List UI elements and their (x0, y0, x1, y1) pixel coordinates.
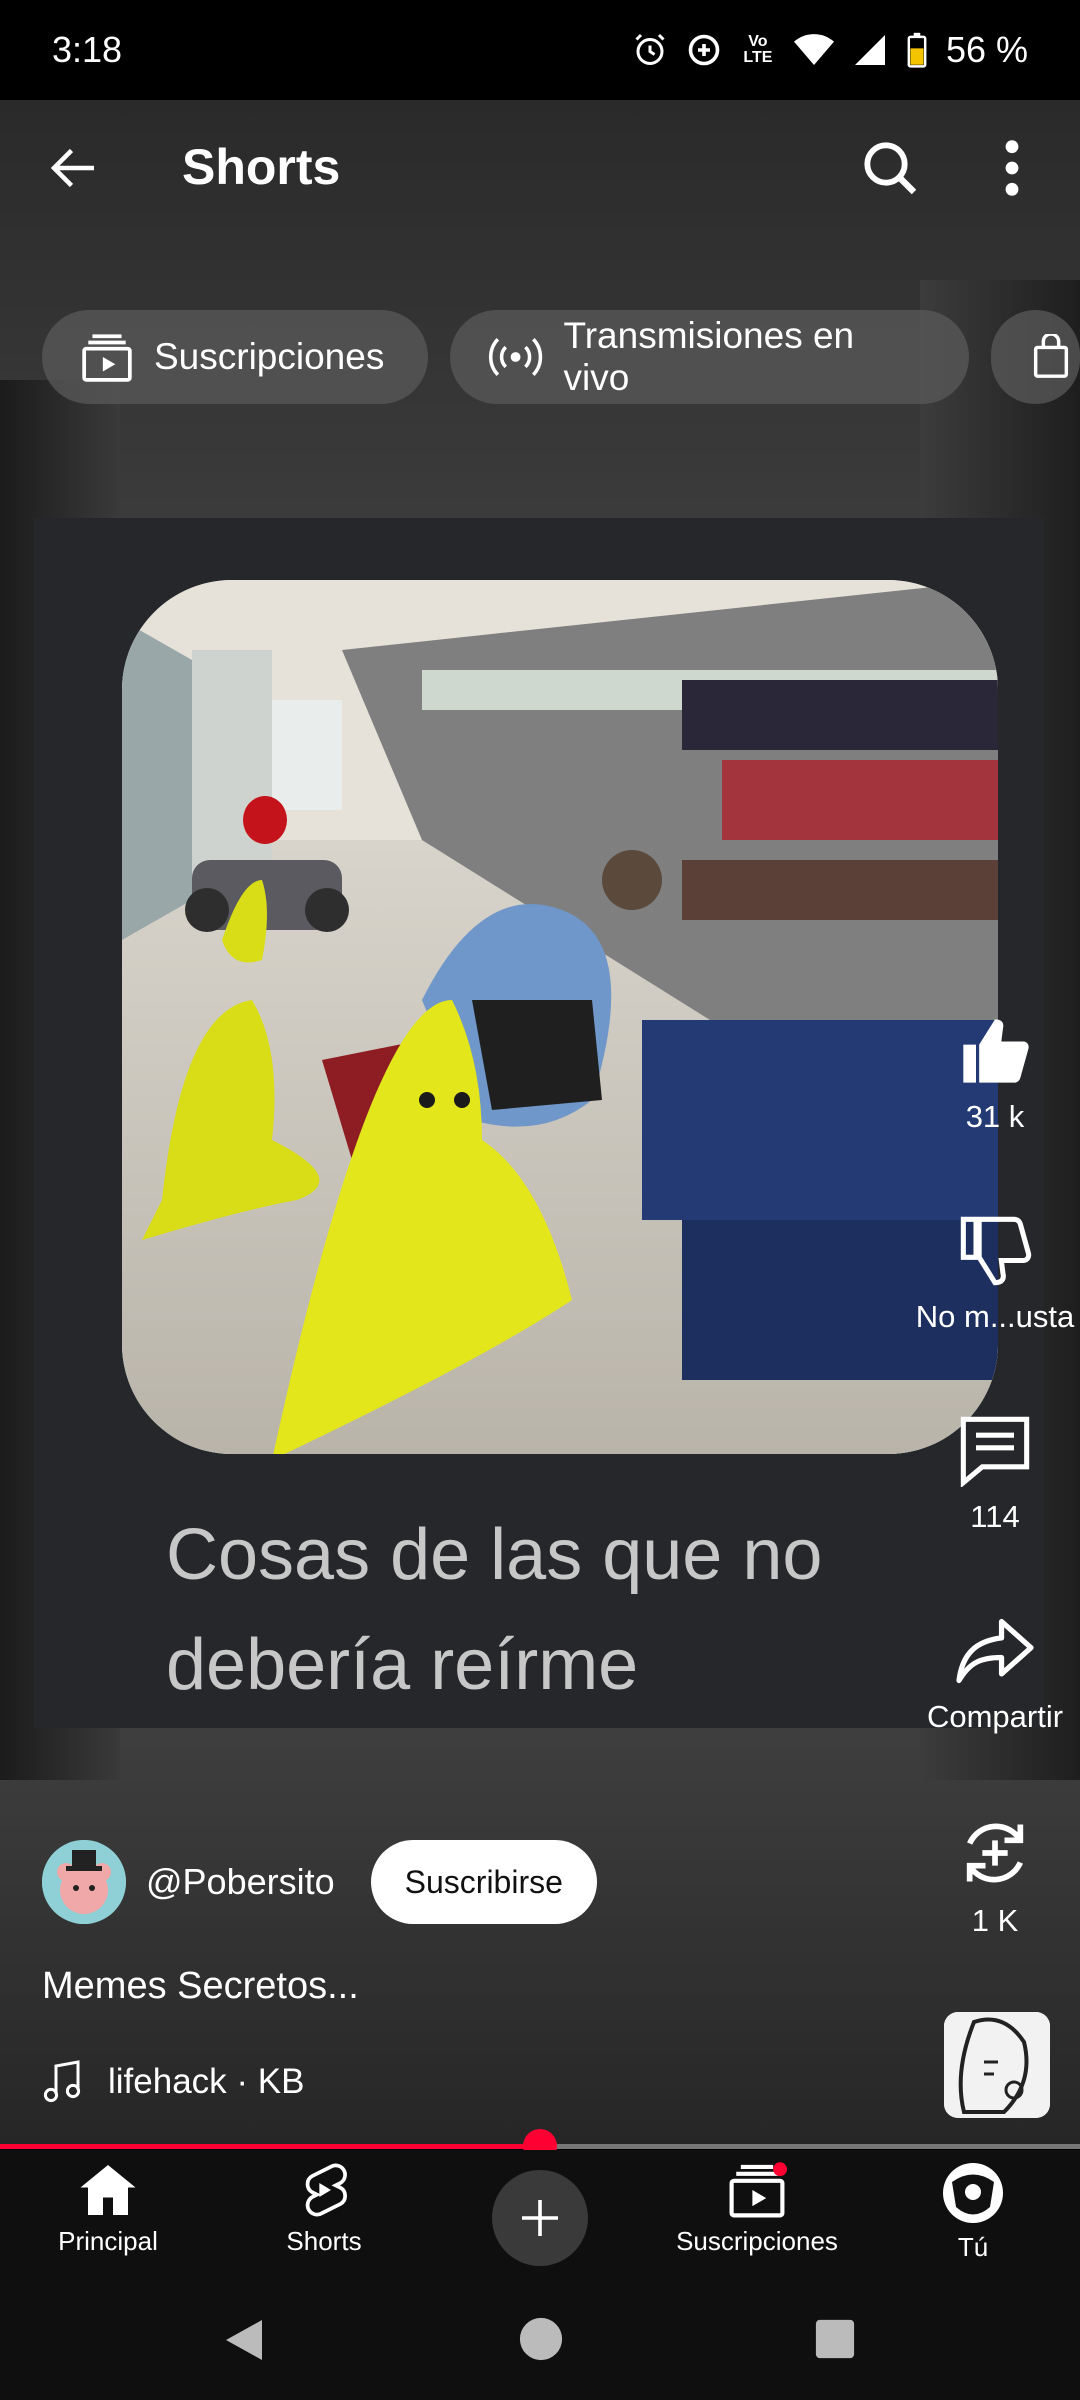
chip-live[interactable]: Transmisiones en vivo (450, 310, 969, 404)
alarm-icon (635, 33, 665, 65)
signal-icon (854, 35, 885, 65)
share-label: Compartir (926, 1699, 1064, 1734)
channel-avatar[interactable] (42, 1840, 126, 1924)
nav-label: Principal (58, 2226, 158, 2256)
nav-shorts[interactable]: Shorts (224, 2162, 424, 2257)
music-title: lifehack · KB (108, 2062, 305, 2101)
nav-label: Tú (957, 2232, 989, 2262)
status-time: 3:18 (52, 29, 123, 70)
volte-indicator: Vo LTE (743, 33, 773, 66)
nav-subscriptions[interactable]: Suscripciones (657, 2162, 857, 2257)
like-action[interactable]: 31 k (900, 1015, 1080, 1135)
comments-action[interactable]: 114 (900, 1415, 1080, 1535)
video-progress-bar[interactable] (0, 2129, 1080, 2163)
battery-icon (907, 32, 927, 68)
back-arrow-icon[interactable] (44, 138, 104, 198)
profile-avatar (943, 2163, 1003, 2223)
bottom-navigation: Principal Shorts Suscripciones Tú (0, 2150, 1080, 2280)
nav-label: Shorts (286, 2226, 362, 2256)
face-illustration-icon (944, 2012, 1050, 2118)
wifi-icon (793, 34, 834, 65)
sound-thumbnail[interactable] (944, 2012, 1050, 2118)
progress-fill (0, 2144, 540, 2149)
filter-chips: Suscripciones Transmisiones en vivo (42, 310, 1080, 404)
video-description[interactable]: Memes Secretos... (42, 1965, 359, 2008)
page-title: Shorts (182, 139, 341, 195)
channel-row: @Pobersito Suscribirse (42, 1840, 597, 1924)
subscriptions-icon (729, 2162, 787, 2218)
like-count: 31 k (965, 1099, 1025, 1134)
music-note-icon (43, 2060, 81, 2103)
supermarket-scene-illustration (122, 580, 998, 1454)
subscriptions-icon (82, 334, 132, 382)
dislike-icon (960, 1216, 1032, 1286)
music-row[interactable]: lifehack · KB (42, 2060, 304, 2104)
status-bar: 3:18 Vo LTE 56 % (0, 0, 1080, 100)
remix-action[interactable]: 1 K (900, 1815, 1080, 1939)
system-back-icon[interactable] (222, 2316, 266, 2364)
battery-percent: 56 % (945, 29, 1028, 70)
share-icon (956, 1618, 1034, 1684)
share-action[interactable]: Compartir (900, 1615, 1080, 1735)
data-saver-icon (688, 34, 720, 66)
system-home-icon[interactable] (518, 2316, 564, 2362)
home-icon (80, 2165, 136, 2215)
remix-count: 1 K (971, 1903, 1019, 1938)
status-icons: Vo LTE 56 % (632, 29, 1028, 71)
nav-you[interactable]: Tú (873, 2162, 1073, 2263)
remix-icon (966, 1823, 1024, 1883)
shorts-icon (305, 2163, 347, 2217)
like-icon (963, 1019, 1029, 1083)
create-button[interactable] (492, 2170, 588, 2266)
chip-label: Suscripciones (154, 336, 385, 377)
video-caption: Cosas de las que no debería reírme (166, 1515, 823, 1705)
chip-subscriptions[interactable]: Suscripciones (42, 310, 429, 404)
comment-count: 114 (970, 1499, 1020, 1534)
search-icon[interactable] (858, 136, 922, 200)
create-icon (522, 2200, 558, 2236)
live-icon (489, 338, 543, 376)
bear-avatar-icon (42, 1840, 126, 1924)
system-recents-icon[interactable] (814, 2318, 856, 2360)
dislike-action[interactable]: No m...usta (900, 1215, 1080, 1335)
dislike-label: No m...usta (915, 1299, 1075, 1334)
subscribe-button[interactable]: Suscribirse (370, 1840, 597, 1924)
comment-icon (960, 1416, 1030, 1487)
chip-shopping[interactable] (990, 310, 1080, 404)
nav-home[interactable]: Principal (8, 2162, 208, 2257)
shopping-bag-icon (1033, 334, 1068, 378)
chip-label: Transmisiones en vivo (563, 315, 855, 398)
system-navigation-bar (0, 2280, 1080, 2400)
nav-label: Suscripciones (676, 2226, 838, 2256)
more-options-icon[interactable] (990, 136, 1034, 200)
channel-handle[interactable]: @Pobersito (146, 1861, 335, 1903)
top-bar: Shorts (0, 110, 1080, 230)
video-image[interactable] (122, 580, 998, 1454)
